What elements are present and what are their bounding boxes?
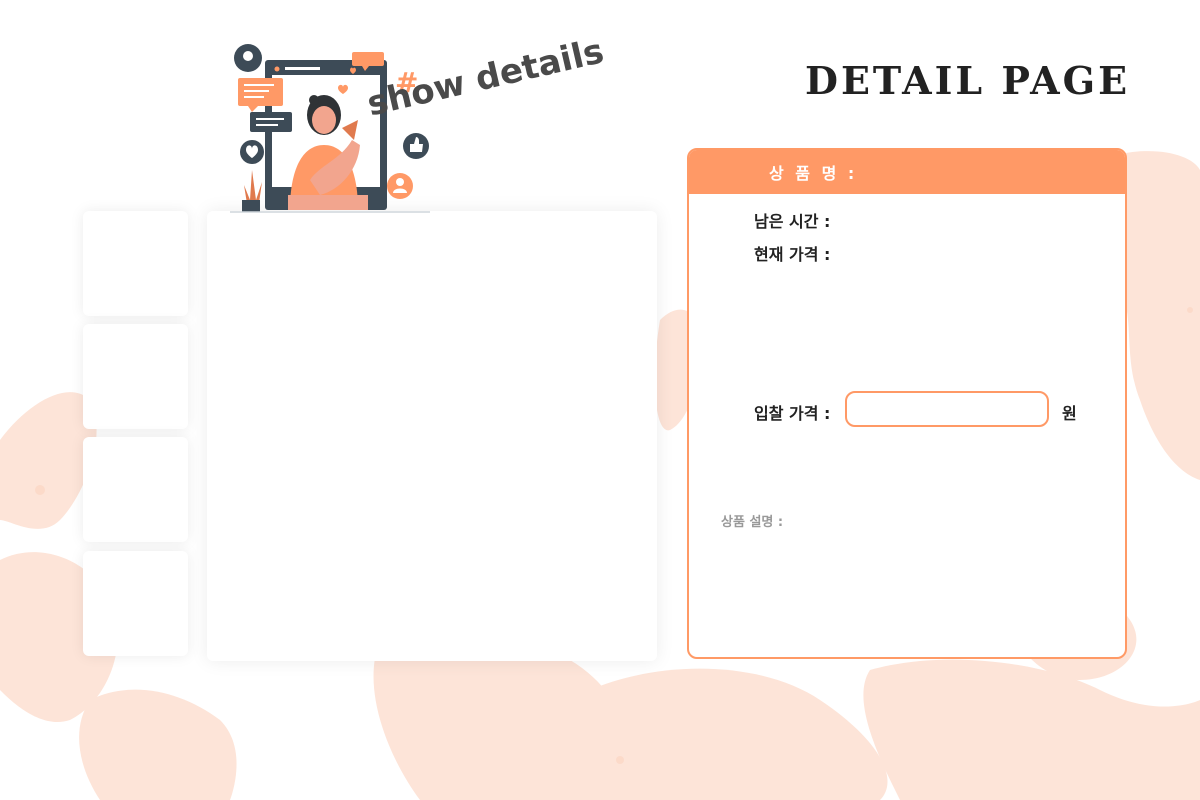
product-name-header: 상 품 명 : [689, 150, 1125, 194]
product-detail-card: 상 품 명 : 남은 시간 : 현재 가격 : 입찰 가격 : 원 상품 설명 … [687, 148, 1127, 659]
currency-unit: 원 [1062, 404, 1077, 423]
description-label: 상품 설명 : [721, 515, 784, 530]
page-title: DETAIL PAGE [805, 58, 1131, 103]
bid-price-input[interactable] [845, 391, 1049, 427]
social-media-illustration: # [230, 44, 430, 213]
remaining-time-label: 남은 시간 : [754, 212, 831, 231]
thumbnail-3[interactable] [83, 437, 188, 542]
product-name-label: 상 품 명 : [769, 164, 858, 183]
bid-price-label: 입찰 가격 : [754, 404, 831, 423]
thumbnail-4[interactable] [83, 551, 188, 656]
thumbnail-1[interactable] [83, 211, 188, 316]
thumbnail-2[interactable] [83, 324, 188, 429]
current-price-label: 현재 가격 : [754, 245, 831, 264]
main-product-image [207, 211, 657, 661]
